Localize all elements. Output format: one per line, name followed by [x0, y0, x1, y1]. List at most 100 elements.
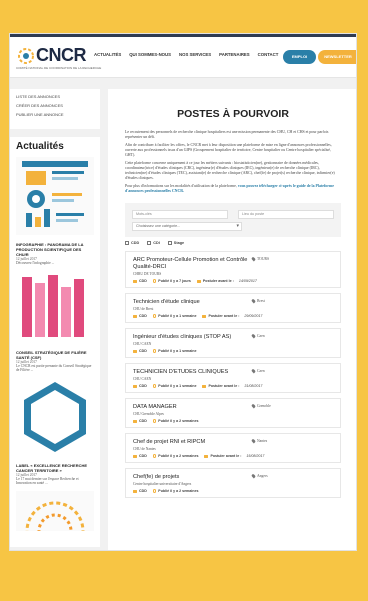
job-published: Publié il y a 2 semaines: [152, 454, 198, 458]
job-title[interactable]: Chef de projet RNI et RIPCM: [133, 439, 251, 446]
job-type: CDD: [133, 384, 147, 388]
job-type-label: CDD: [139, 454, 147, 458]
news-heading: Actualités: [16, 141, 64, 152]
briefcase-icon: [133, 279, 137, 283]
location-input[interactable]: Lieu du poste: [238, 210, 334, 219]
deadline-label: Postuler avant le :: [210, 454, 242, 458]
job-item[interactable]: DATA MANAGER CHU Grenoble Alpes CDD Publ…: [125, 398, 341, 428]
job-published-label: Publié il y a 1 semaine: [158, 349, 197, 353]
job-location: Nantes: [251, 438, 268, 444]
job-published: Publié il y a 2 semaines: [152, 489, 199, 493]
job-item[interactable]: Technicien d'étude clinique CHU de Brest…: [125, 293, 341, 323]
infographic-thumbnail[interactable]: [16, 157, 94, 235]
yellow-backdrop: CNCR COMITÉ NATIONAL DE COORDINATION DE …: [0, 0, 368, 601]
location-label: TOURS: [257, 257, 270, 261]
job-title[interactable]: TECHNICIEN D'ETUDES CLINIQUES: [133, 369, 251, 376]
job-location: Angers: [251, 473, 268, 479]
map-pin-icon: [251, 298, 256, 304]
job-title[interactable]: Ingénieur d'études cliniques (STOP AS): [133, 334, 251, 341]
news-panel: Actualités INFOGRAPHIE: PANORAMA DE LA …: [10, 137, 100, 550]
location-label: Brest: [257, 299, 265, 303]
sidebar-link-liste-annonces[interactable]: LISTE DES ANNONCES: [16, 94, 94, 99]
job-title[interactable]: Chef(fe) de projets: [133, 474, 251, 481]
job-item[interactable]: Chef(fe) de projets Centre hospitalier u…: [125, 468, 341, 498]
filter-cdd[interactable]: CDD: [125, 241, 139, 245]
location-label: Caen: [257, 334, 265, 338]
checkbox-icon: [147, 241, 152, 245]
job-item[interactable]: Chef de projet RNI et RIPCM CHU de Nante…: [125, 433, 341, 463]
nav-item-actualites[interactable]: ACTUALITÉS: [94, 52, 121, 57]
filter-stage[interactable]: Stage: [167, 241, 184, 245]
nav-item-qui-sommes-nous[interactable]: QUI SOMMES-NOUS: [129, 52, 171, 57]
job-published-label: Publié il y a 2 semaines: [158, 489, 199, 493]
clock-icon: [152, 349, 157, 353]
job-title[interactable]: ARC Promoteur-Cellule Promotion et Contr…: [133, 257, 251, 271]
contract-filters: CDD CDI Stage: [125, 241, 341, 245]
label-badge-image[interactable]: [16, 378, 94, 456]
checkbox-icon: [167, 241, 172, 245]
job-title[interactable]: DATA MANAGER: [133, 404, 251, 411]
category-select[interactable]: Choisissez une catégorie...: [132, 222, 242, 231]
keyword-input[interactable]: Mots-clés: [132, 210, 228, 219]
job-location: TOURS: [251, 256, 270, 262]
job-employer: CHU de Brest: [133, 307, 154, 311]
intro-paragraph-text: Pour plus d'informations sur les modalit…: [125, 184, 237, 188]
emploi-button[interactable]: EMPLOI: [283, 50, 316, 64]
nav-item-contact[interactable]: CONTACT: [258, 52, 279, 57]
map-pin-icon: [251, 473, 256, 479]
calendar-icon: [202, 384, 207, 388]
job-employer: CHU de Nantes: [133, 447, 156, 451]
deadline-date: 29/09/2017: [244, 314, 263, 318]
job-employer: CHU CAEN: [133, 342, 152, 346]
job-type: CDD: [133, 454, 147, 458]
job-item[interactable]: ARC Promoteur-Cellule Promotion et Contr…: [125, 251, 341, 288]
job-location: Caen: [251, 368, 265, 374]
briefcase-icon: [133, 314, 137, 318]
filter-cdi[interactable]: CDI: [147, 241, 160, 245]
job-item[interactable]: TECHNICIEN D'ETUDES CLINIQUES CHU CAEN C…: [125, 363, 341, 393]
next-news-thumbnail[interactable]: [16, 491, 94, 550]
location-label: Caen: [257, 369, 265, 373]
location-label: Nantes: [257, 439, 268, 443]
deadline-label: Postuler avant le :: [208, 384, 240, 388]
map-pin-icon: [251, 438, 256, 444]
clock-icon: [152, 489, 157, 493]
map-pin-icon: [251, 256, 256, 262]
job-published: Publié il y a 1 semaine: [152, 314, 197, 318]
job-published-label: Publié il y a 1 semaine: [158, 314, 197, 318]
job-location: Caen: [251, 333, 265, 339]
job-type: CDD: [133, 314, 147, 318]
intro-paragraph: Afin de contribuer à faciliter les offre…: [125, 143, 332, 157]
briefcase-icon: [133, 454, 137, 458]
sidebar: LISTE DES ANNONCES CRÉER DES ANNONCES PU…: [10, 89, 100, 550]
calendar-icon: [202, 314, 207, 318]
job-published: Publié il y a 2 semaines: [152, 419, 198, 423]
sidebar-link-creer-annonces[interactable]: CRÉER DES ANNONCES: [16, 103, 94, 108]
job-list: ARC Promoteur-Cellule Promotion et Contr…: [125, 251, 341, 498]
news-title-label-excellence[interactable]: LABEL « EXCELLENCE RECHERCHE CANCER TERR…: [16, 463, 94, 473]
header-top-bar: [10, 34, 356, 37]
clock-icon: [152, 314, 157, 318]
job-item[interactable]: Ingénieur d'études cliniques (STOP AS) C…: [125, 328, 341, 358]
job-employer: CHU Grenoble Alpes: [133, 412, 164, 416]
news-title-csf[interactable]: CONSEIL STRATÉGIQUE DE FILIÈRE SANTÉ (CS…: [16, 350, 94, 360]
deadline-date: 31/08/2017: [244, 384, 263, 388]
calendar-icon: [196, 279, 201, 283]
logo-text: CNCR: [36, 45, 87, 65]
job-title[interactable]: Technicien d'étude clinique: [133, 299, 251, 306]
nav-item-nos-services[interactable]: NOS SERVICES: [179, 52, 211, 57]
job-type: CDD: [133, 279, 147, 283]
filter-label: CDD: [131, 241, 140, 245]
clock-icon: [152, 419, 157, 423]
sidebar-link-publier-annonce[interactable]: PUBLIER UNE ANNONCE: [16, 112, 94, 117]
logo-subtitle: COMITÉ NATIONAL DE COORDINATION DE LA RE…: [16, 66, 102, 70]
news-excerpt: Découvrez l'infographie ...: [16, 261, 55, 265]
newsletter-button[interactable]: NEWSLETTER: [318, 50, 356, 64]
job-type: CDD: [133, 419, 147, 423]
nav-item-partenaires[interactable]: PARTENAIRES: [219, 52, 249, 57]
site-logo[interactable]: CNCR COMITÉ NATIONAL DE COORDINATION DE …: [16, 44, 101, 70]
csf-thumbnail[interactable]: [16, 271, 94, 343]
job-deadline: Postuler avant le : 15/08/2017: [204, 454, 264, 458]
job-employer: CHU CAEN: [133, 377, 152, 381]
news-title-infographie[interactable]: INFOGRAPHIE : PANORAMA DE LA PRODUCTION …: [16, 242, 94, 257]
